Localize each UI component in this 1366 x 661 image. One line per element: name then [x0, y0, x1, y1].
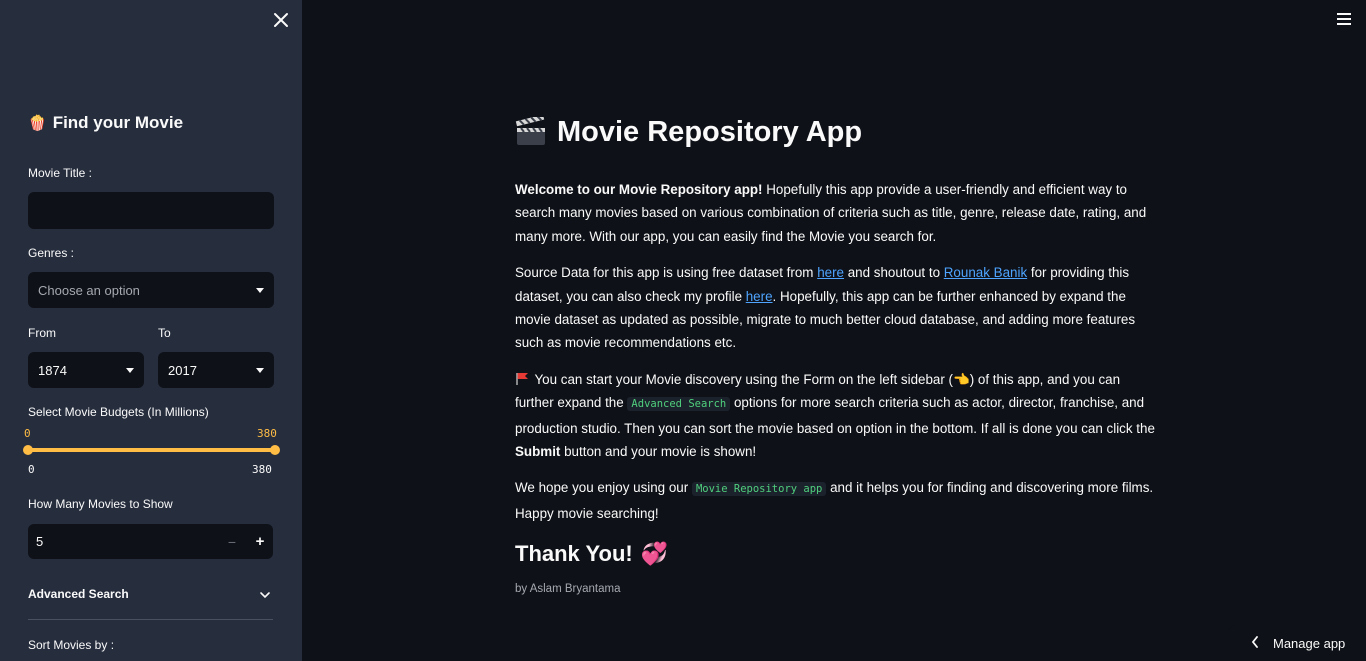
- submit-bold: Submit: [515, 444, 561, 460]
- divider: [28, 619, 273, 620]
- advanced-search-label: Advanced Search: [28, 587, 129, 601]
- genres-placeholder: Choose an option: [38, 282, 140, 298]
- author-credit-link[interactable]: Rounak Banik: [944, 265, 1027, 280]
- chevron-down-icon: [256, 368, 264, 373]
- count-label: How Many Movies to Show: [28, 497, 173, 511]
- profile-link[interactable]: here: [746, 289, 773, 304]
- red-flag-icon: [515, 372, 531, 387]
- from-year-value: 1874: [38, 362, 67, 378]
- chevron-left-icon: [1251, 635, 1259, 651]
- budget-high-value: 380: [257, 427, 277, 440]
- sidebar-title-text: Find your Movie: [52, 113, 184, 132]
- dataset-link[interactable]: here: [817, 265, 844, 280]
- count-stepper: 5 − +: [28, 524, 273, 559]
- app-name-code: Movie Repository app: [691, 482, 827, 497]
- manage-app-label: Manage app: [1273, 635, 1346, 651]
- count-input[interactable]: 5: [36, 534, 43, 549]
- chevron-down-icon: [126, 368, 134, 373]
- hearts-icon: 💞: [640, 541, 669, 567]
- budget-slider-track[interactable]: [28, 448, 275, 452]
- advanced-search-code: Advanced Search: [627, 397, 731, 412]
- thank-you-text: Thank You!: [515, 541, 633, 567]
- budget-label: Select Movie Budgets (In Millions): [28, 405, 209, 419]
- popcorn-icon: 🍿: [28, 115, 47, 132]
- source-paragraph: Source Data for this app is using free d…: [515, 261, 1155, 355]
- sort-label: Sort Movies by :: [28, 638, 115, 652]
- menu-icon[interactable]: [1337, 13, 1351, 25]
- thank-you-heading: Thank You! 💞: [515, 541, 1155, 567]
- main-content: Movie Repository App Welcome to our Movi…: [515, 112, 1155, 595]
- manage-app-button[interactable]: Manage app: [1229, 625, 1366, 661]
- hope-text-1: We hope you enjoy using our: [515, 480, 692, 496]
- genres-label: Genres :: [28, 246, 75, 260]
- guide-text-4: button and your movie is shown!: [560, 444, 757, 460]
- close-sidebar-icon[interactable]: [272, 11, 290, 29]
- budget-slider-high-handle[interactable]: [270, 445, 280, 455]
- intro-bold: Welcome to our Movie Repository app!: [515, 182, 763, 197]
- budget-low-value: 0: [24, 427, 31, 440]
- from-label: From: [28, 326, 56, 340]
- chevron-down-icon: [256, 288, 264, 293]
- page-title-text: Movie Repository App: [557, 115, 863, 148]
- guide-paragraph: You can start your Movie discovery using…: [515, 368, 1155, 464]
- clapper-board-icon: [515, 114, 547, 147]
- source-text-2: and shoutout to: [844, 265, 944, 281]
- guide-text-1: You can start your Movie discovery using…: [531, 371, 954, 387]
- chevron-down-icon: [259, 588, 271, 606]
- increment-button[interactable]: +: [246, 524, 274, 559]
- source-text-1: Source Data for this app is using free d…: [515, 265, 818, 281]
- advanced-search-expander[interactable]: Advanced Search: [28, 584, 273, 606]
- budget-min-label: 0: [28, 463, 35, 476]
- to-year-select[interactable]: 2017: [158, 352, 274, 388]
- pointing-left-icon: 👈: [953, 371, 970, 387]
- page-title: Movie Repository App: [515, 112, 1155, 152]
- movie-title-input[interactable]: [28, 192, 274, 229]
- sidebar: 🍿 Find your Movie Movie Title : Genres :…: [0, 0, 302, 661]
- budget-max-label: 380: [252, 463, 272, 476]
- hope-paragraph: We hope you enjoy using our Movie Reposi…: [515, 476, 1155, 525]
- author-credit: by Aslam Bryantama: [515, 583, 621, 596]
- to-year-value: 2017: [168, 362, 197, 378]
- movie-title-label: Movie Title :: [28, 166, 93, 180]
- to-label: To: [158, 326, 171, 340]
- sidebar-title: 🍿 Find your Movie: [28, 113, 183, 133]
- genres-select[interactable]: Choose an option: [28, 272, 274, 308]
- decrement-button[interactable]: −: [218, 524, 246, 559]
- from-year-select[interactable]: 1874: [28, 352, 144, 388]
- intro-paragraph: Welcome to our Movie Repository app! Hop…: [515, 178, 1155, 248]
- budget-slider-low-handle[interactable]: [23, 445, 33, 455]
